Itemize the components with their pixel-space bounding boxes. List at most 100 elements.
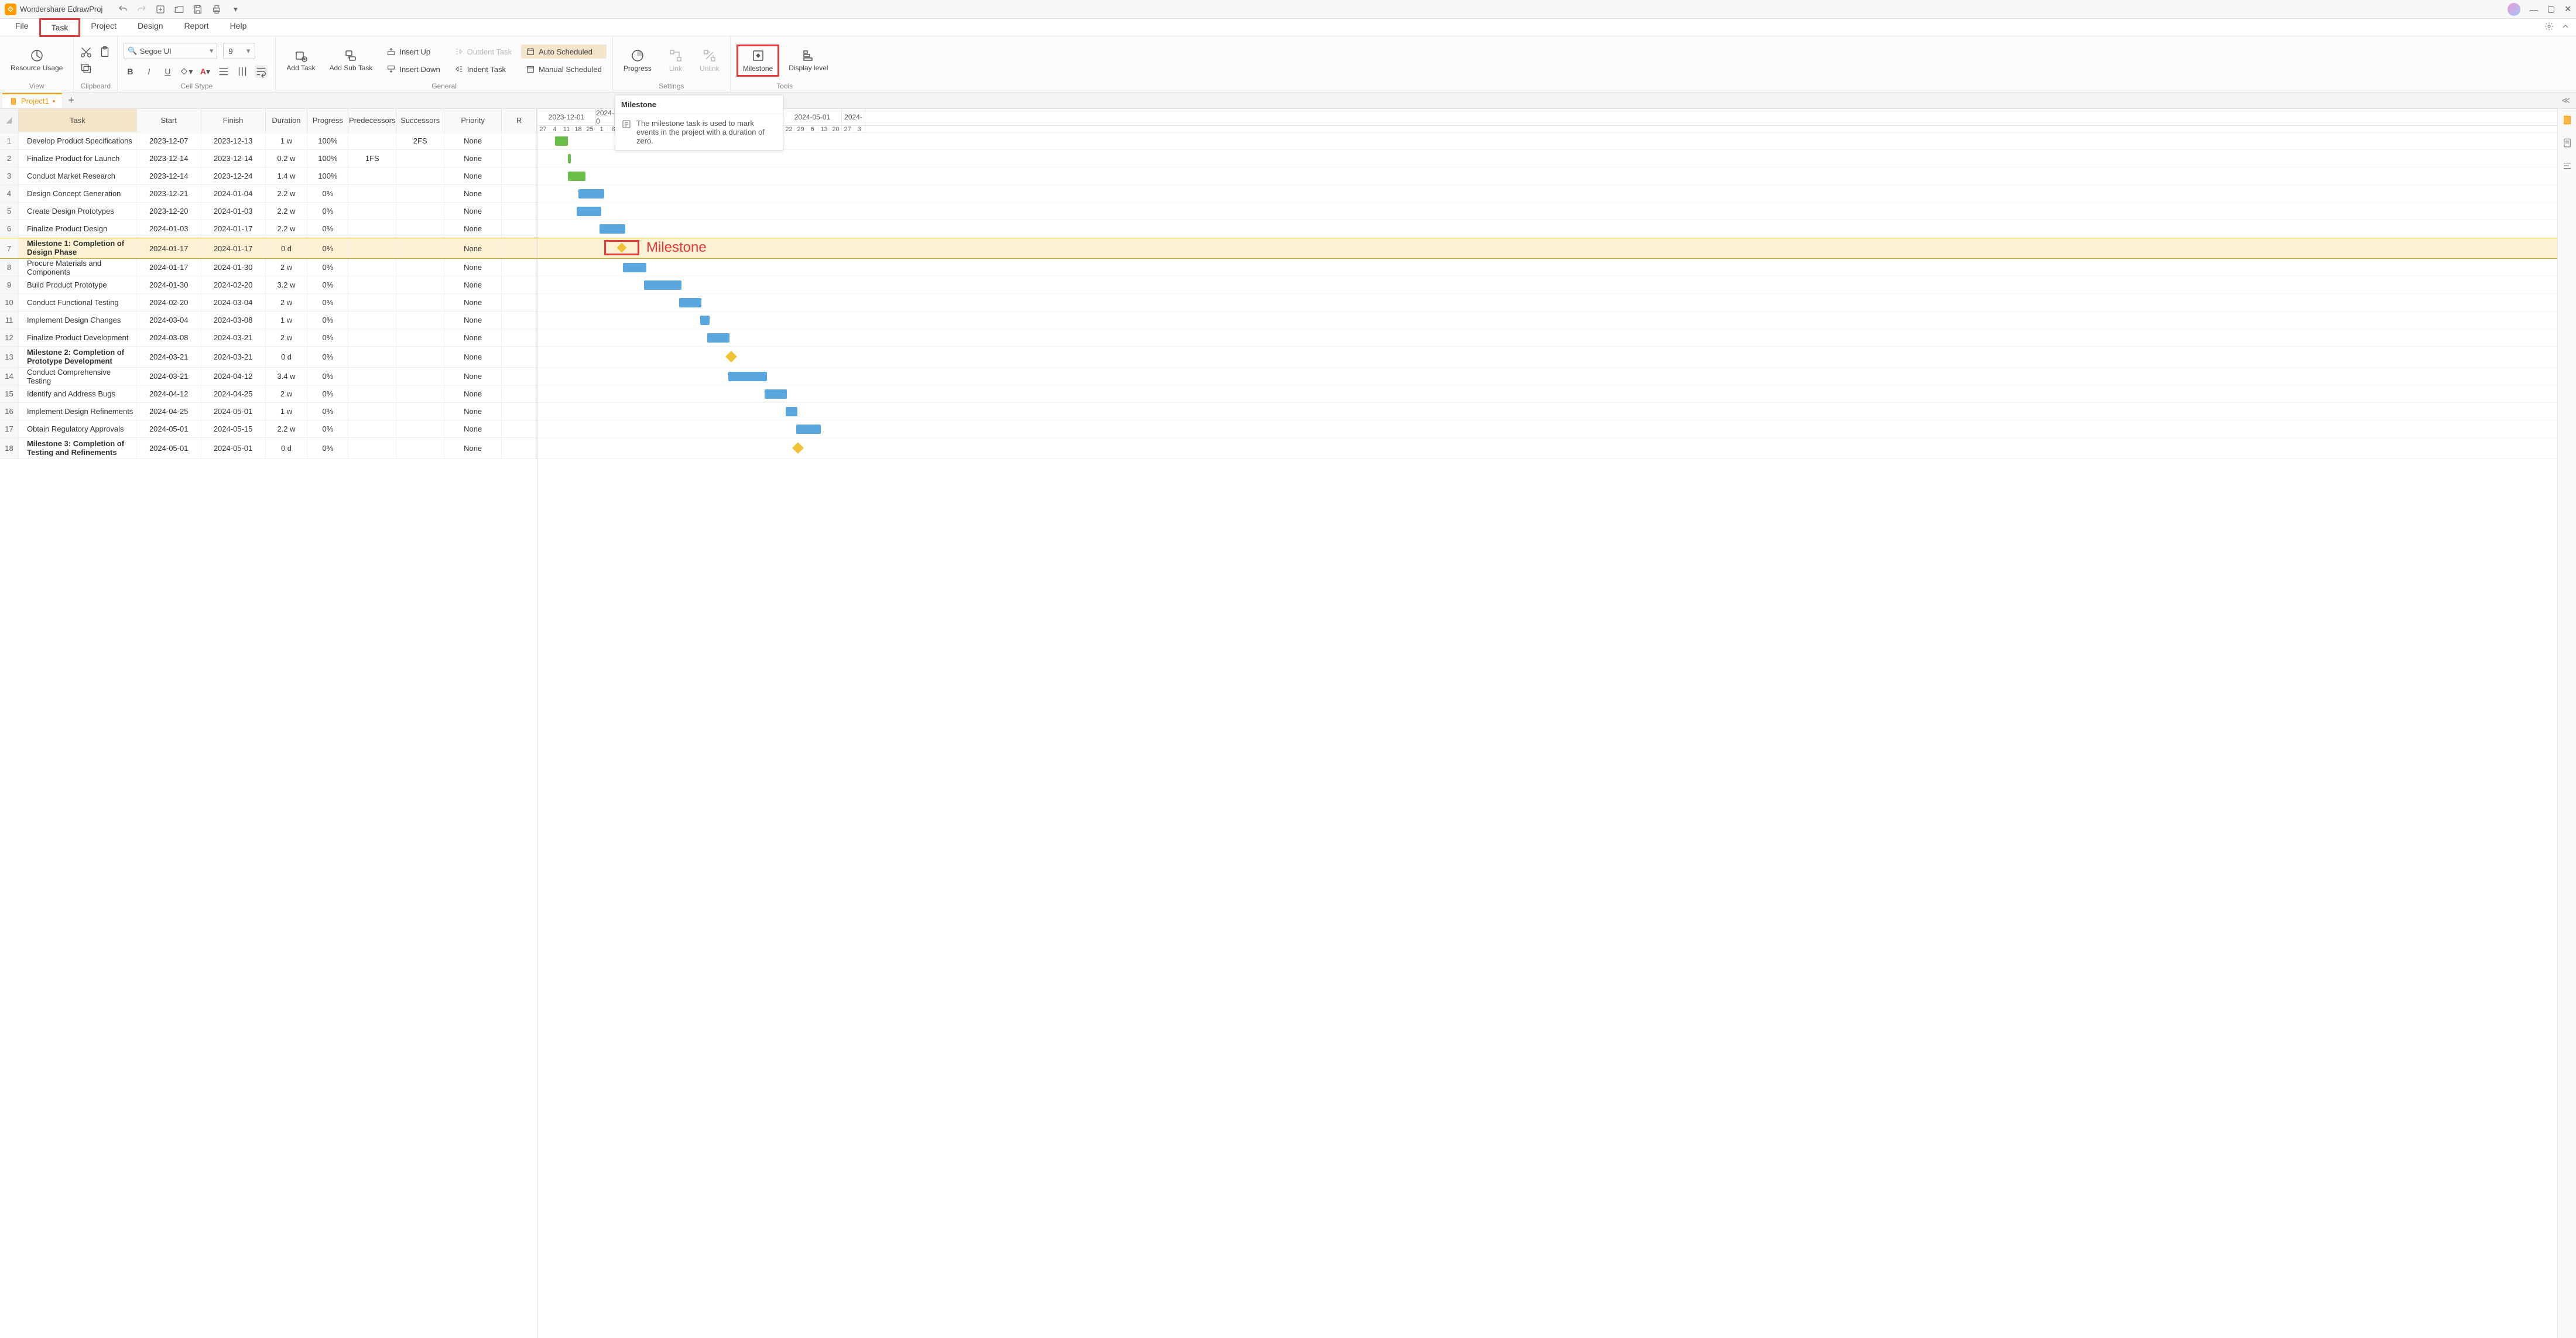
cell-start[interactable]: 2024-03-21 — [137, 368, 201, 385]
col-predecessors[interactable]: Predecessors — [348, 109, 396, 132]
gantt-row[interactable] — [537, 132, 2557, 150]
cell-successors[interactable] — [396, 238, 444, 258]
table-row[interactable]: 2Finalize Product for Launch2023-12-1420… — [0, 150, 537, 167]
resource-usage-button[interactable]: Resource Usage — [6, 46, 67, 74]
cell-finish[interactable]: 2024-05-01 — [201, 438, 266, 458]
cell-finish[interactable]: 2024-01-04 — [201, 185, 266, 202]
indent-task-button[interactable]: Indent Task — [450, 62, 516, 76]
cell-task[interactable]: Finalize Product Design — [19, 220, 137, 237]
gantt-row[interactable] — [537, 150, 2557, 167]
cell-task[interactable]: Conduct Comprehensive Testing — [19, 368, 137, 385]
cell-start[interactable]: 2024-01-30 — [137, 276, 201, 293]
cell-predecessors[interactable] — [348, 347, 396, 367]
cell-start[interactable]: 2024-01-03 — [137, 220, 201, 237]
gantt-bar[interactable] — [796, 425, 821, 434]
cell-r[interactable] — [502, 385, 537, 402]
cell-duration[interactable]: 0 d — [266, 238, 308, 258]
gantt-row[interactable] — [537, 185, 2557, 203]
cell-start[interactable]: 2023-12-14 — [137, 150, 201, 167]
gantt-bar[interactable] — [568, 172, 585, 181]
gantt-row[interactable] — [537, 385, 2557, 403]
gantt-row[interactable] — [537, 329, 2557, 347]
wrap-icon[interactable] — [255, 65, 268, 78]
cell-finish[interactable]: 2024-05-15 — [201, 420, 266, 437]
cell-progress[interactable]: 0% — [307, 294, 348, 311]
cell-task[interactable]: Milestone 1: Completion of Design Phase — [19, 238, 137, 258]
cell-priority[interactable]: None — [444, 167, 502, 184]
col-finish[interactable]: Finish — [201, 109, 266, 132]
insert-up-button[interactable]: Insert Up — [382, 45, 444, 59]
cell-finish[interactable]: 2024-05-01 — [201, 403, 266, 420]
menu-task[interactable]: Task — [39, 18, 81, 37]
cell-predecessors[interactable]: 1FS — [348, 150, 396, 167]
cell-r[interactable] — [502, 276, 537, 293]
row-number[interactable]: 3 — [0, 167, 19, 184]
gantt-bar[interactable] — [578, 189, 604, 199]
columns1-icon[interactable] — [236, 65, 249, 78]
cell-priority[interactable]: None — [444, 294, 502, 311]
gantt-bar[interactable] — [700, 316, 710, 325]
cell-start[interactable]: 2024-04-12 — [137, 385, 201, 402]
table-row[interactable]: 11Implement Design Changes2024-03-042024… — [0, 312, 537, 329]
panel-collapse-icon[interactable]: ≪ — [2561, 95, 2570, 105]
gantt-row[interactable] — [537, 438, 2557, 459]
cell-progress[interactable]: 100% — [307, 132, 348, 149]
gantt-bar[interactable] — [623, 263, 646, 272]
gantt-bar[interactable] — [707, 333, 729, 343]
table-row[interactable]: 7Milestone 1: Completion of Design Phase… — [0, 238, 537, 259]
cell-finish[interactable]: 2023-12-24 — [201, 167, 266, 184]
cell-progress[interactable]: 0% — [307, 312, 348, 328]
gantt-row[interactable] — [537, 259, 2557, 276]
gantt-bar[interactable] — [728, 372, 767, 381]
gantt-bar[interactable] — [644, 280, 681, 290]
row-number[interactable]: 12 — [0, 329, 19, 346]
document-tab[interactable]: Project1 • — [2, 93, 62, 108]
gantt-row[interactable] — [537, 403, 2557, 420]
bold-icon[interactable]: B — [124, 65, 136, 78]
cell-duration[interactable]: 3.4 w — [266, 368, 308, 385]
cell-task[interactable]: Finalize Product Development — [19, 329, 137, 346]
cell-task[interactable]: Finalize Product for Launch — [19, 150, 137, 167]
display-level-button[interactable]: Display level — [784, 46, 833, 74]
link-button[interactable]: Link — [661, 46, 690, 75]
menu-file[interactable]: File — [5, 18, 39, 37]
menu-design[interactable]: Design — [127, 18, 174, 37]
cell-task[interactable]: Conduct Market Research — [19, 167, 137, 184]
cell-finish[interactable]: 2024-03-21 — [201, 329, 266, 346]
cell-start[interactable]: 2023-12-21 — [137, 185, 201, 202]
print-icon[interactable] — [211, 4, 222, 15]
cell-start[interactable]: 2024-05-01 — [137, 420, 201, 437]
cell-finish[interactable]: 2024-04-25 — [201, 385, 266, 402]
cell-predecessors[interactable] — [348, 329, 396, 346]
cell-r[interactable] — [502, 185, 537, 202]
table-row[interactable]: 14Conduct Comprehensive Testing2024-03-2… — [0, 368, 537, 385]
col-task[interactable]: Task — [19, 109, 137, 132]
table-row[interactable]: 12Finalize Product Development2024-03-08… — [0, 329, 537, 347]
cell-predecessors[interactable] — [348, 312, 396, 328]
cell-task[interactable]: Design Concept Generation — [19, 185, 137, 202]
cell-progress[interactable]: 0% — [307, 276, 348, 293]
cell-priority[interactable]: None — [444, 312, 502, 328]
cell-finish[interactable]: 2024-03-04 — [201, 294, 266, 311]
cell-successors[interactable] — [396, 150, 444, 167]
corner-cell[interactable] — [0, 109, 19, 132]
cell-successors[interactable] — [396, 259, 444, 276]
milestone-diamond-icon[interactable] — [604, 240, 639, 255]
gantt-row[interactable] — [537, 368, 2557, 385]
cell-r[interactable] — [502, 403, 537, 420]
gantt-bar[interactable] — [568, 154, 571, 163]
cell-r[interactable] — [502, 132, 537, 149]
cell-r[interactable] — [502, 438, 537, 458]
cell-start[interactable]: 2024-05-01 — [137, 438, 201, 458]
redo-icon[interactable] — [136, 4, 147, 15]
paste-icon[interactable] — [98, 46, 111, 59]
cell-predecessors[interactable] — [348, 238, 396, 258]
cell-successors[interactable] — [396, 438, 444, 458]
cell-start[interactable]: 2024-03-21 — [137, 347, 201, 367]
gantt-bar[interactable] — [555, 136, 568, 146]
menu-project[interactable]: Project — [80, 18, 127, 37]
undo-icon[interactable] — [118, 4, 128, 15]
gantt-bar[interactable] — [786, 407, 797, 416]
cell-progress[interactable]: 100% — [307, 167, 348, 184]
row-number[interactable]: 4 — [0, 185, 19, 202]
